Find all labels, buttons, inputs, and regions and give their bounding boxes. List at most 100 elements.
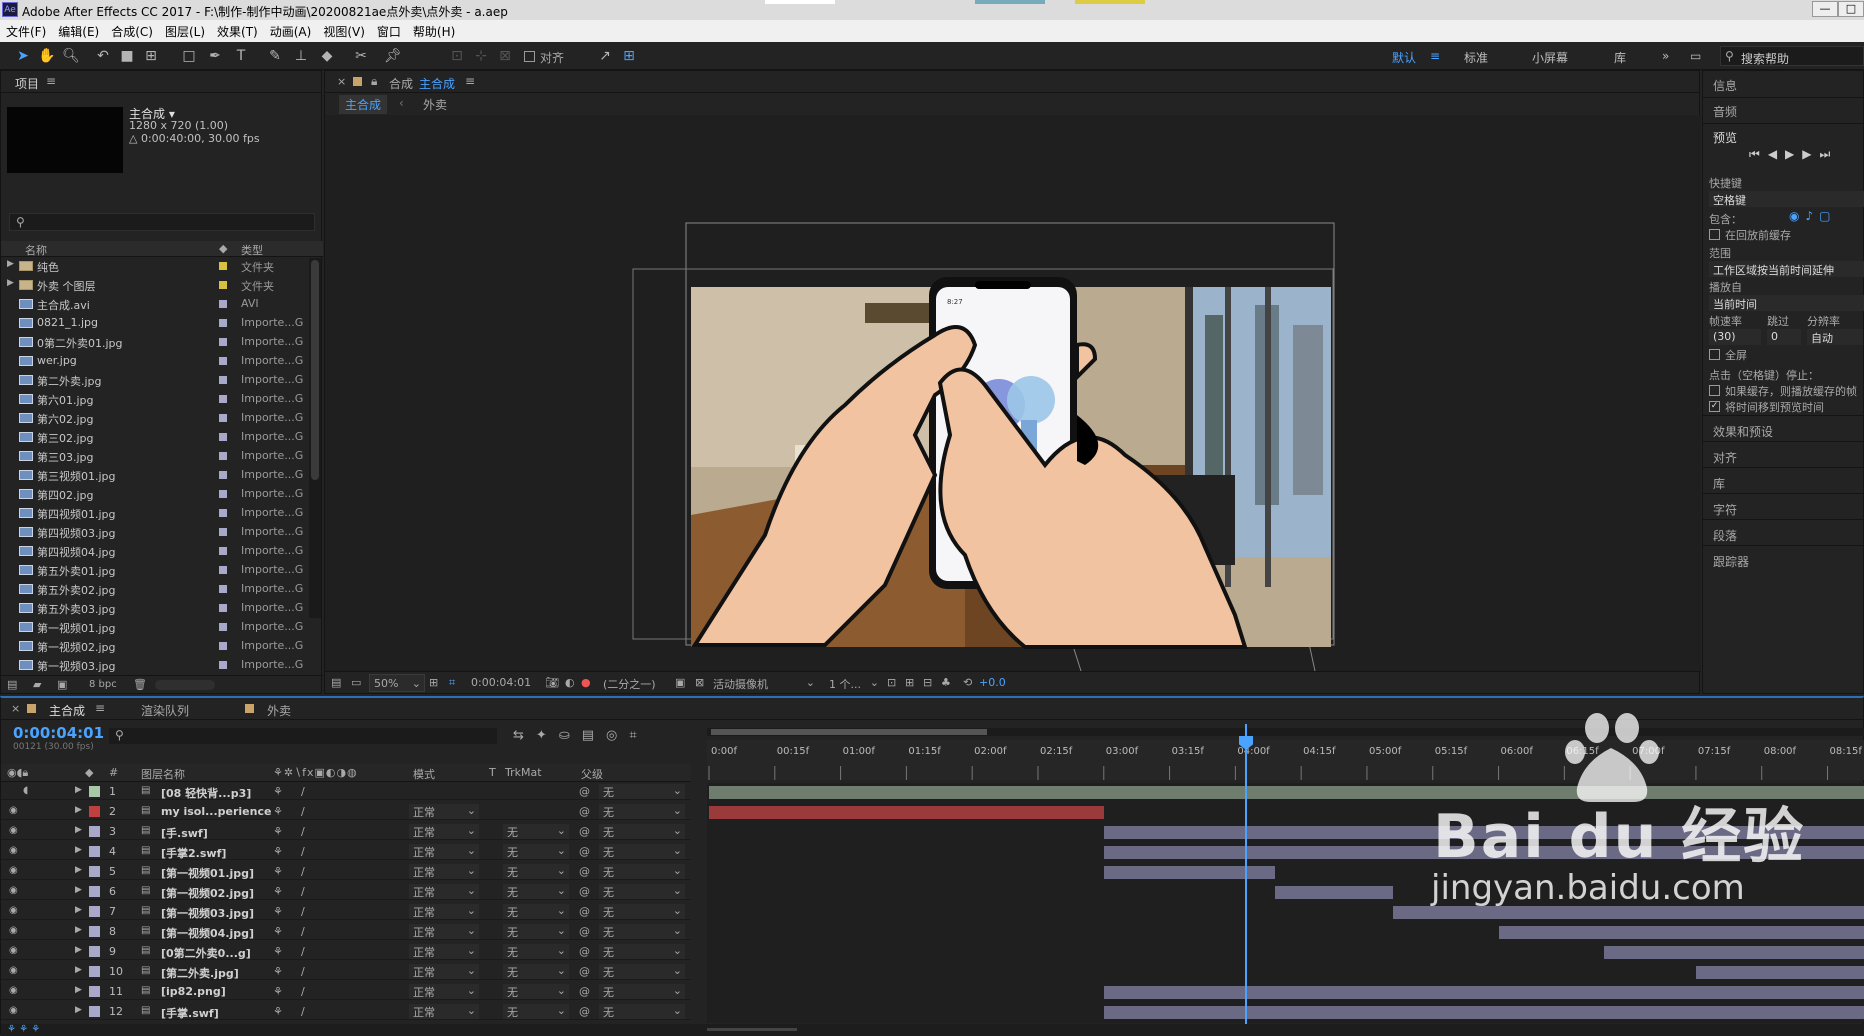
timeline-current-time[interactable]: 0:00:04:01	[13, 724, 104, 742]
layer-label-swatch[interactable]	[89, 866, 100, 877]
project-item[interactable]: ▶ 外卖 个图层 文件夹	[1, 277, 307, 293]
menu-edit[interactable]: 编辑(E)	[52, 20, 105, 40]
quality-switch-icon[interactable]: ∕	[301, 925, 305, 938]
pickwhip-icon[interactable]: @	[579, 985, 590, 998]
project-item[interactable]: 第一视频01.jpg Importe...G	[1, 619, 307, 635]
layer-mode-dropdown[interactable]: 正常 ⌄	[409, 844, 479, 859]
layer-duration-bar[interactable]	[1498, 926, 1864, 939]
project-item[interactable]: 第三02.jpg Importe...G	[1, 429, 307, 445]
eye-icon[interactable]: ◉	[9, 985, 18, 996]
mode-header[interactable]: 模式	[413, 766, 435, 782]
panel-menu-icon[interactable]: ≡	[46, 74, 56, 88]
layer-name[interactable]: [手掌2.swf]	[161, 845, 226, 861]
pickwhip-icon[interactable]: @	[579, 845, 590, 858]
layer-trkmat-dropdown[interactable]: 无 ⌄	[503, 844, 569, 859]
project-item[interactable]: 0821_1.jpg Importe...G	[1, 315, 307, 331]
pickwhip-icon[interactable]: @	[579, 885, 590, 898]
exposure-value[interactable]: +0.0	[979, 676, 1006, 689]
layer-mode-dropdown[interactable]: 正常 ⌄	[409, 864, 479, 879]
rectangle-tool-icon[interactable]: □	[180, 47, 198, 65]
align-tab[interactable]: 对齐	[1713, 449, 1737, 466]
shy-switch-icon[interactable]: ⚘	[273, 925, 283, 938]
layer-parent-dropdown[interactable]: 无 ⌄	[599, 884, 685, 899]
layer-row[interactable]: ◉ ▶ 8 ▤ [第一视频04.jpg] ⚘ ∕ 正常 ⌄ 无 ⌄ @ 无 ⌄	[1, 923, 691, 940]
brush-tool-icon[interactable]: ✎	[266, 47, 284, 65]
project-scrollbar[interactable]	[309, 258, 321, 618]
project-item[interactable]: 第四视频01.jpg Importe...G	[1, 505, 307, 521]
menu-file[interactable]: 文件(F)	[0, 20, 52, 40]
pickwhip-icon[interactable]: @	[579, 805, 590, 818]
layer-duration-bar[interactable]	[1393, 906, 1864, 919]
prev-frame-icon[interactable]: ◀	[1768, 147, 1785, 161]
project-item[interactable]: 第四视频03.jpg Importe...G	[1, 524, 307, 540]
info-panel-tab[interactable]: 信息	[1713, 77, 1737, 94]
project-item[interactable]: 第三视频01.jpg Importe...G	[1, 467, 307, 483]
layer-trkmat-dropdown[interactable]: 无 ⌄	[503, 864, 569, 879]
layer-mode-dropdown[interactable]: 正常 ⌄	[409, 884, 479, 899]
bit-depth[interactable]: 8 bpc	[89, 679, 117, 690]
layer-expand-arrow-icon[interactable]: ▶	[75, 825, 82, 835]
menu-composition[interactable]: 合成(C)	[105, 20, 159, 40]
comp-mini-flowchart-icon[interactable]: ⇆	[513, 728, 536, 743]
layer-trkmat-dropdown[interactable]: 无 ⌄	[503, 904, 569, 919]
snapshot-icon[interactable]: 📷︎	[545, 676, 559, 689]
layer-row[interactable]: ◉ ▶ 11 ▤ [ip82.png] ⚘ ∕ 正常 ⌄ 无 ⌄ @ 无 ⌄	[1, 983, 691, 1000]
zoom-dropdown[interactable]: 50% ⌄	[369, 674, 425, 692]
pickwhip-icon[interactable]: @	[579, 905, 590, 918]
pickwhip-icon[interactable]: @	[579, 865, 590, 878]
layer-label-swatch[interactable]	[89, 806, 100, 817]
eye-icon[interactable]: ◉	[9, 885, 18, 896]
layer-mode-dropdown[interactable]: 正常 ⌄	[409, 944, 479, 959]
fit-icon[interactable]: ⊞	[429, 676, 438, 689]
layer-duration-bar[interactable]	[1603, 946, 1864, 959]
layer-name[interactable]: [第一视频01.jpg]	[161, 865, 254, 881]
layer-trkmat-dropdown[interactable]: 无 ⌄	[503, 984, 569, 999]
selection-tool-icon[interactable]: ➤	[14, 47, 32, 65]
menu-effect[interactable]: 效果(T)	[211, 20, 264, 40]
label-column-icon[interactable]: ◆	[219, 242, 227, 255]
layer-expand-arrow-icon[interactable]: ▶	[75, 925, 82, 935]
layer-expand-arrow-icon[interactable]: ▶	[75, 945, 82, 955]
always-preview-icon[interactable]: ▤	[331, 676, 341, 689]
eye-icon[interactable]: ◉	[9, 805, 18, 816]
layer-expand-arrow-icon[interactable]: ▶	[75, 885, 82, 895]
layer-duration-bar[interactable]	[1103, 866, 1275, 879]
layer-row[interactable]: ◉ ▶ 3 ▤ [手.swf] ⚘ ∕ 正常 ⌄ 无 ⌄ @ 无 ⌄	[1, 823, 691, 840]
time-ruler[interactable]: 0:00f 00:15f 01:00f 01:15f 02:00f 02:15f 03:00…	[707, 740, 1864, 780]
close-icon[interactable]: ×	[337, 75, 346, 88]
layer-name[interactable]: [手.swf]	[161, 825, 208, 841]
minimize-button[interactable]: —	[1812, 1, 1838, 17]
project-item[interactable]: 第三03.jpg Importe...G	[1, 448, 307, 464]
eye-icon[interactable]: ◉	[9, 945, 18, 956]
quality-switch-icon[interactable]: ∕	[301, 905, 305, 918]
project-item[interactable]: 主合成.avi AVI	[1, 296, 307, 312]
workspace-standard[interactable]: 标准	[1464, 49, 1488, 66]
expand-arrow-icon[interactable]: ▶	[7, 278, 14, 288]
play-from-dropdown[interactable]: 当前时间	[1709, 295, 1864, 311]
layer-name[interactable]: [第一视频04.jpg]	[161, 925, 254, 941]
layer-duration-bar[interactable]	[709, 806, 1104, 819]
zoom-slider[interactable]	[707, 1028, 797, 1031]
navigator-range[interactable]	[711, 729, 987, 735]
layer-row[interactable]: ◉ ▶ 2 ▤ my isol...perience ⚘ ∕ 正常 ⌄ @ 无 ⌄	[1, 803, 691, 820]
layer-row[interactable]: ◉ ▶ 12 ▤ [手掌.swf] ⚘ ∕ 正常 ⌄ 无 ⌄ @ 无 ⌄	[1, 1003, 691, 1020]
timeline-icon[interactable]: ⊟	[923, 676, 932, 689]
paragraph-tab[interactable]: 段落	[1713, 527, 1737, 544]
current-time-display[interactable]: 0:00:04:01	[471, 676, 531, 689]
layer-row[interactable]: ◉ ▶ 4 ▤ [手掌2.swf] ⚘ ∕ 正常 ⌄ 无 ⌄ @ 无 ⌄	[1, 843, 691, 860]
viewer-canvas[interactable]: 8:27 bilibili	[325, 115, 1701, 671]
next-frame-icon[interactable]: ▶	[1802, 147, 1819, 161]
layer-expand-arrow-icon[interactable]: ▶	[75, 785, 82, 795]
layer-mode-dropdown[interactable]: 正常 ⌄	[409, 804, 479, 819]
fullscreen-checkbox[interactable]	[1709, 349, 1720, 360]
eye-icon[interactable]: ◉	[9, 1005, 18, 1016]
overlay-toggle-icon[interactable]: ▢	[1819, 209, 1836, 223]
graph-editor-icon[interactable]: ⌗	[629, 728, 648, 743]
trkmat-header[interactable]: TrkMat	[505, 766, 542, 779]
project-tab[interactable]: 项目	[15, 75, 39, 92]
layer-duration-bar[interactable]	[1103, 1006, 1864, 1019]
camera-tool-icon[interactable]: ■	[118, 47, 136, 65]
layer-row[interactable]: ◖ ▶ 1 ▤ [08 轻快背...p3] ⚘ ∕ @ 无 ⌄	[1, 783, 691, 800]
quality-switch-icon[interactable]: ∕	[301, 965, 305, 978]
shy-switch-icon[interactable]: ⚘	[273, 1005, 283, 1018]
